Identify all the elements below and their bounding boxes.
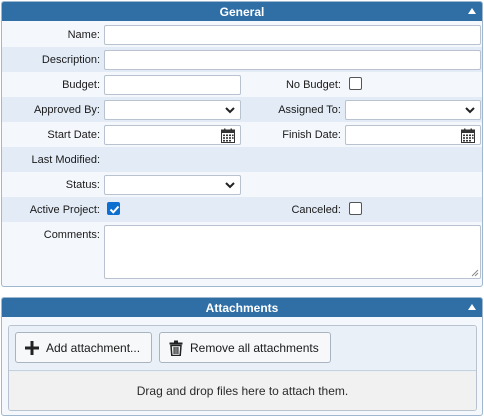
approved-by-select[interactable]: [104, 100, 241, 120]
no-budget-label: No Budget:: [285, 79, 341, 91]
comments-label: Comments:: [43, 229, 100, 241]
active-project-label: Active Project:: [29, 204, 100, 216]
attachments-panel-header[interactable]: Attachments: [2, 298, 482, 317]
name-label: Name:: [67, 29, 100, 41]
assigned-to-select[interactable]: [345, 100, 481, 120]
canceled-checkbox[interactable]: [349, 202, 362, 215]
calendar-icon[interactable]: [221, 128, 235, 143]
remove-all-attachments-button[interactable]: Remove all attachments: [159, 332, 331, 363]
last-modified-row: Last Modified:: [2, 147, 482, 172]
name-row: Name:: [2, 22, 482, 47]
dates-row: Start Date: Finish Date:: [2, 122, 482, 147]
finish-date-input[interactable]: [345, 125, 481, 145]
status-select[interactable]: [104, 175, 241, 195]
budget-row: Budget: No Budget:: [2, 72, 482, 97]
attachment-dropzone[interactable]: Drag and drop files here to attach them.: [9, 372, 476, 410]
attachments-panel: Attachments Add attachment... Remove all…: [1, 297, 483, 416]
finish-date-label: Finish Date:: [282, 129, 341, 141]
description-row: Description:: [2, 47, 482, 72]
general-panel: General Name: Description: Budget: No Bu…: [1, 1, 483, 287]
start-date-label: Start Date:: [47, 129, 100, 141]
canceled-label: Canceled:: [291, 204, 341, 216]
description-label: Description:: [41, 54, 100, 66]
plus-icon: [25, 340, 39, 355]
collapse-general-icon[interactable]: [468, 8, 476, 14]
checkmark-icon: [109, 205, 120, 214]
add-attachment-label: Add attachment...: [46, 340, 141, 355]
chevron-down-icon: [465, 107, 475, 114]
active-project-checkbox[interactable]: [107, 202, 120, 215]
description-input[interactable]: [104, 50, 481, 70]
start-date-input[interactable]: [104, 125, 241, 145]
approval-row: Approved By: Assigned To:: [2, 97, 482, 122]
flags-row: Active Project: Canceled:: [2, 197, 482, 222]
calendar-icon[interactable]: [461, 128, 475, 143]
comments-textarea[interactable]: [104, 225, 481, 279]
last-modified-label: Last Modified:: [31, 154, 100, 166]
assigned-to-label: Assigned To:: [278, 104, 341, 116]
budget-input[interactable]: [104, 75, 241, 95]
attachments-box: Add attachment... Remove all attachments…: [8, 325, 477, 411]
chevron-down-icon: [225, 107, 235, 114]
name-input[interactable]: [104, 25, 481, 45]
add-attachment-button[interactable]: Add attachment...: [15, 332, 152, 363]
attachments-toolbar: Add attachment... Remove all attachments: [9, 326, 476, 371]
chevron-down-icon: [225, 182, 235, 189]
general-panel-title: General: [219, 4, 265, 19]
status-row: Status:: [2, 172, 482, 197]
trash-icon: [169, 340, 183, 356]
general-panel-header[interactable]: General: [2, 2, 482, 21]
no-budget-checkbox[interactable]: [349, 77, 362, 90]
status-label: Status:: [65, 179, 100, 191]
collapse-attachments-icon[interactable]: [468, 304, 476, 310]
remove-all-attachments-label: Remove all attachments: [190, 340, 319, 355]
approved-by-label: Approved By:: [33, 104, 100, 116]
budget-label: Budget:: [62, 79, 100, 91]
dropzone-text: Drag and drop files here to attach them.: [136, 384, 349, 398]
resize-grip-icon[interactable]: [471, 269, 479, 277]
attachments-panel-title: Attachments: [205, 300, 279, 315]
comments-row: Comments:: [2, 222, 482, 284]
